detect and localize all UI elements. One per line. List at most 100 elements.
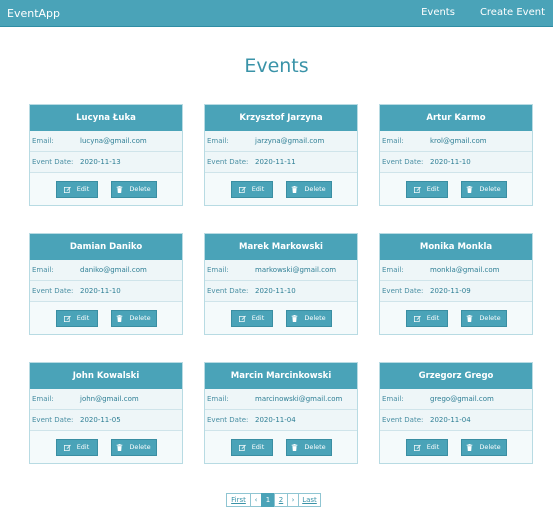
email-label: Email:: [207, 137, 229, 145]
card-actions: Edit Delete: [380, 173, 532, 205]
delete-button[interactable]: Delete: [110, 180, 157, 198]
delete-label: Delete: [479, 314, 501, 322]
delete-button[interactable]: Delete: [460, 180, 507, 198]
event-card: Lucyna Łuka Email: lucyna@gmail.com Even…: [29, 104, 183, 206]
delete-label: Delete: [129, 443, 151, 451]
delete-button[interactable]: Delete: [110, 438, 157, 456]
brand-link[interactable]: EventApp: [7, 7, 60, 20]
event-name: Damian Daniko: [30, 234, 182, 260]
card-actions: Edit Delete: [30, 173, 182, 205]
event-date-value: 2020-11-11: [255, 158, 296, 166]
event-date-label: Event Date:: [207, 287, 249, 295]
edit-button[interactable]: Edit: [55, 438, 98, 456]
event-name: John Kowalski: [30, 363, 182, 389]
trash-icon: [467, 443, 473, 451]
trash-icon: [117, 314, 123, 322]
page-title: Events: [244, 55, 309, 77]
event-date-value: 2020-11-05: [80, 416, 121, 424]
email-row: Email: markowski@gmail.com: [205, 260, 357, 281]
card-actions: Edit Delete: [380, 431, 532, 463]
trash-icon: [292, 185, 298, 193]
event-date-label: Event Date:: [382, 158, 424, 166]
page-2-link[interactable]: 2: [274, 493, 288, 507]
delete-button[interactable]: Delete: [460, 309, 507, 327]
event-date-value: 2020-11-10: [80, 287, 121, 295]
edit-button[interactable]: Edit: [230, 180, 273, 198]
event-date-label: Event Date:: [207, 158, 249, 166]
pagination: First ‹ 1 2 › Last: [226, 493, 321, 507]
email-value: daniko@gmail.com: [80, 266, 147, 274]
event-date-value: 2020-11-10: [255, 287, 296, 295]
edit-icon: [413, 444, 421, 451]
edit-button[interactable]: Edit: [230, 309, 273, 327]
event-date-row: Event Date: 2020-11-10: [205, 281, 357, 302]
event-name: Krzysztof Jarzyna: [205, 105, 357, 131]
edit-label: Edit: [251, 443, 265, 451]
email-row: Email: monkla@gmail.com: [380, 260, 532, 281]
email-label: Email:: [32, 266, 54, 274]
email-label: Email:: [32, 137, 54, 145]
page-1-link[interactable]: 1: [261, 493, 275, 507]
event-name: Monika Monkla: [380, 234, 532, 260]
delete-button[interactable]: Delete: [285, 180, 332, 198]
email-label: Email:: [207, 395, 229, 403]
email-value: jarzyna@gmail.com: [255, 137, 325, 145]
edit-label: Edit: [426, 314, 440, 322]
event-name: Marek Markowski: [205, 234, 357, 260]
event-card: John Kowalski Email: john@gmail.com Even…: [29, 362, 183, 464]
edit-button[interactable]: Edit: [405, 438, 448, 456]
nav-link-create-event[interactable]: Create Event: [480, 7, 545, 18]
event-card: Grzegorz Grego Email: grego@gmail.com Ev…: [379, 362, 533, 464]
edit-button[interactable]: Edit: [230, 438, 273, 456]
event-date-value: 2020-11-04: [430, 416, 471, 424]
edit-icon: [413, 315, 421, 322]
card-actions: Edit Delete: [205, 173, 357, 205]
edit-icon: [63, 186, 71, 193]
email-label: Email:: [382, 137, 404, 145]
email-value: lucyna@gmail.com: [80, 137, 147, 145]
delete-button[interactable]: Delete: [460, 438, 507, 456]
email-label: Email:: [382, 395, 404, 403]
trash-icon: [292, 314, 298, 322]
delete-button[interactable]: Delete: [285, 309, 332, 327]
edit-button[interactable]: Edit: [55, 180, 98, 198]
trash-icon: [467, 314, 473, 322]
event-name: Lucyna Łuka: [30, 105, 182, 131]
email-row: Email: marcinowski@gmail.com: [205, 389, 357, 410]
event-date-row: Event Date: 2020-11-10: [380, 152, 532, 173]
edit-button[interactable]: Edit: [405, 180, 448, 198]
delete-label: Delete: [129, 185, 151, 193]
event-name: Artur Karmo: [380, 105, 532, 131]
delete-button[interactable]: Delete: [285, 438, 332, 456]
edit-button[interactable]: Edit: [55, 309, 98, 327]
card-actions: Edit Delete: [205, 431, 357, 463]
edit-icon: [63, 315, 71, 322]
trash-icon: [117, 443, 123, 451]
edit-button[interactable]: Edit: [405, 309, 448, 327]
event-date-row: Event Date: 2020-11-05: [30, 410, 182, 431]
event-date-row: Event Date: 2020-11-09: [380, 281, 532, 302]
event-date-label: Event Date:: [32, 287, 74, 295]
event-date-row: Event Date: 2020-11-11: [205, 152, 357, 173]
email-row: Email: john@gmail.com: [30, 389, 182, 410]
email-row: Email: krol@gmail.com: [380, 131, 532, 152]
edit-icon: [238, 315, 246, 322]
delete-label: Delete: [479, 443, 501, 451]
event-date-label: Event Date:: [382, 416, 424, 424]
delete-button[interactable]: Delete: [110, 309, 157, 327]
edit-icon: [238, 444, 246, 451]
event-date-label: Event Date:: [32, 416, 74, 424]
page-first-link[interactable]: First: [226, 493, 251, 507]
delete-label: Delete: [304, 185, 326, 193]
nav-link-events[interactable]: Events: [421, 7, 455, 18]
page-last-link[interactable]: Last: [298, 493, 321, 507]
card-actions: Edit Delete: [30, 302, 182, 334]
event-date-row: Event Date: 2020-11-13: [30, 152, 182, 173]
navbar: EventApp Events Create Event: [0, 0, 553, 27]
event-card: Krzysztof Jarzyna Email: jarzyna@gmail.c…: [204, 104, 358, 206]
nav-links: Events Create Event: [421, 7, 545, 18]
event-date-row: Event Date: 2020-11-04: [380, 410, 532, 431]
edit-label: Edit: [251, 185, 265, 193]
email-value: krol@gmail.com: [430, 137, 487, 145]
edit-label: Edit: [251, 314, 265, 322]
